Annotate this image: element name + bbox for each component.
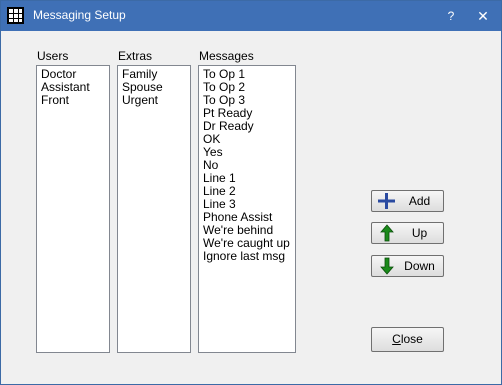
users-listbox[interactable]: Doctor Assistant Front [36, 65, 110, 353]
app-grid-icon [7, 7, 24, 24]
close-button-label: lose [400, 332, 423, 346]
users-label: Users [37, 49, 69, 63]
add-button-label: Add [408, 194, 431, 208]
list-item[interactable]: Front [41, 94, 109, 107]
window-title: Messaging Setup [33, 8, 126, 22]
help-button[interactable]: ? [441, 7, 461, 25]
arrow-up-icon [380, 224, 394, 242]
extras-listbox[interactable]: Family Spouse Urgent [117, 65, 191, 353]
close-button-mnemonic: C [392, 332, 401, 346]
up-button-label: Up [411, 226, 428, 240]
extras-label: Extras [118, 49, 153, 63]
messaging-setup-window: Messaging Setup ? ✕ Users Extras Message… [0, 0, 502, 385]
messages-listbox[interactable]: To Op 1 To Op 2 To Op 3 Pt Ready Dr Read… [198, 65, 296, 353]
list-item[interactable]: Ignore last msg [203, 250, 295, 263]
title-bar: Messaging Setup ? ✕ [1, 1, 501, 31]
messages-label: Messages [199, 49, 254, 63]
up-button[interactable]: Up [371, 222, 444, 244]
add-button[interactable]: Add [371, 190, 444, 212]
down-button[interactable]: Down [371, 255, 444, 277]
down-button-label: Down [404, 259, 435, 273]
plus-icon [378, 193, 395, 209]
close-button[interactable]: Close [371, 327, 444, 352]
arrow-down-icon [380, 257, 394, 275]
window-close-button[interactable]: ✕ [473, 7, 493, 25]
list-item[interactable]: Urgent [122, 94, 190, 107]
